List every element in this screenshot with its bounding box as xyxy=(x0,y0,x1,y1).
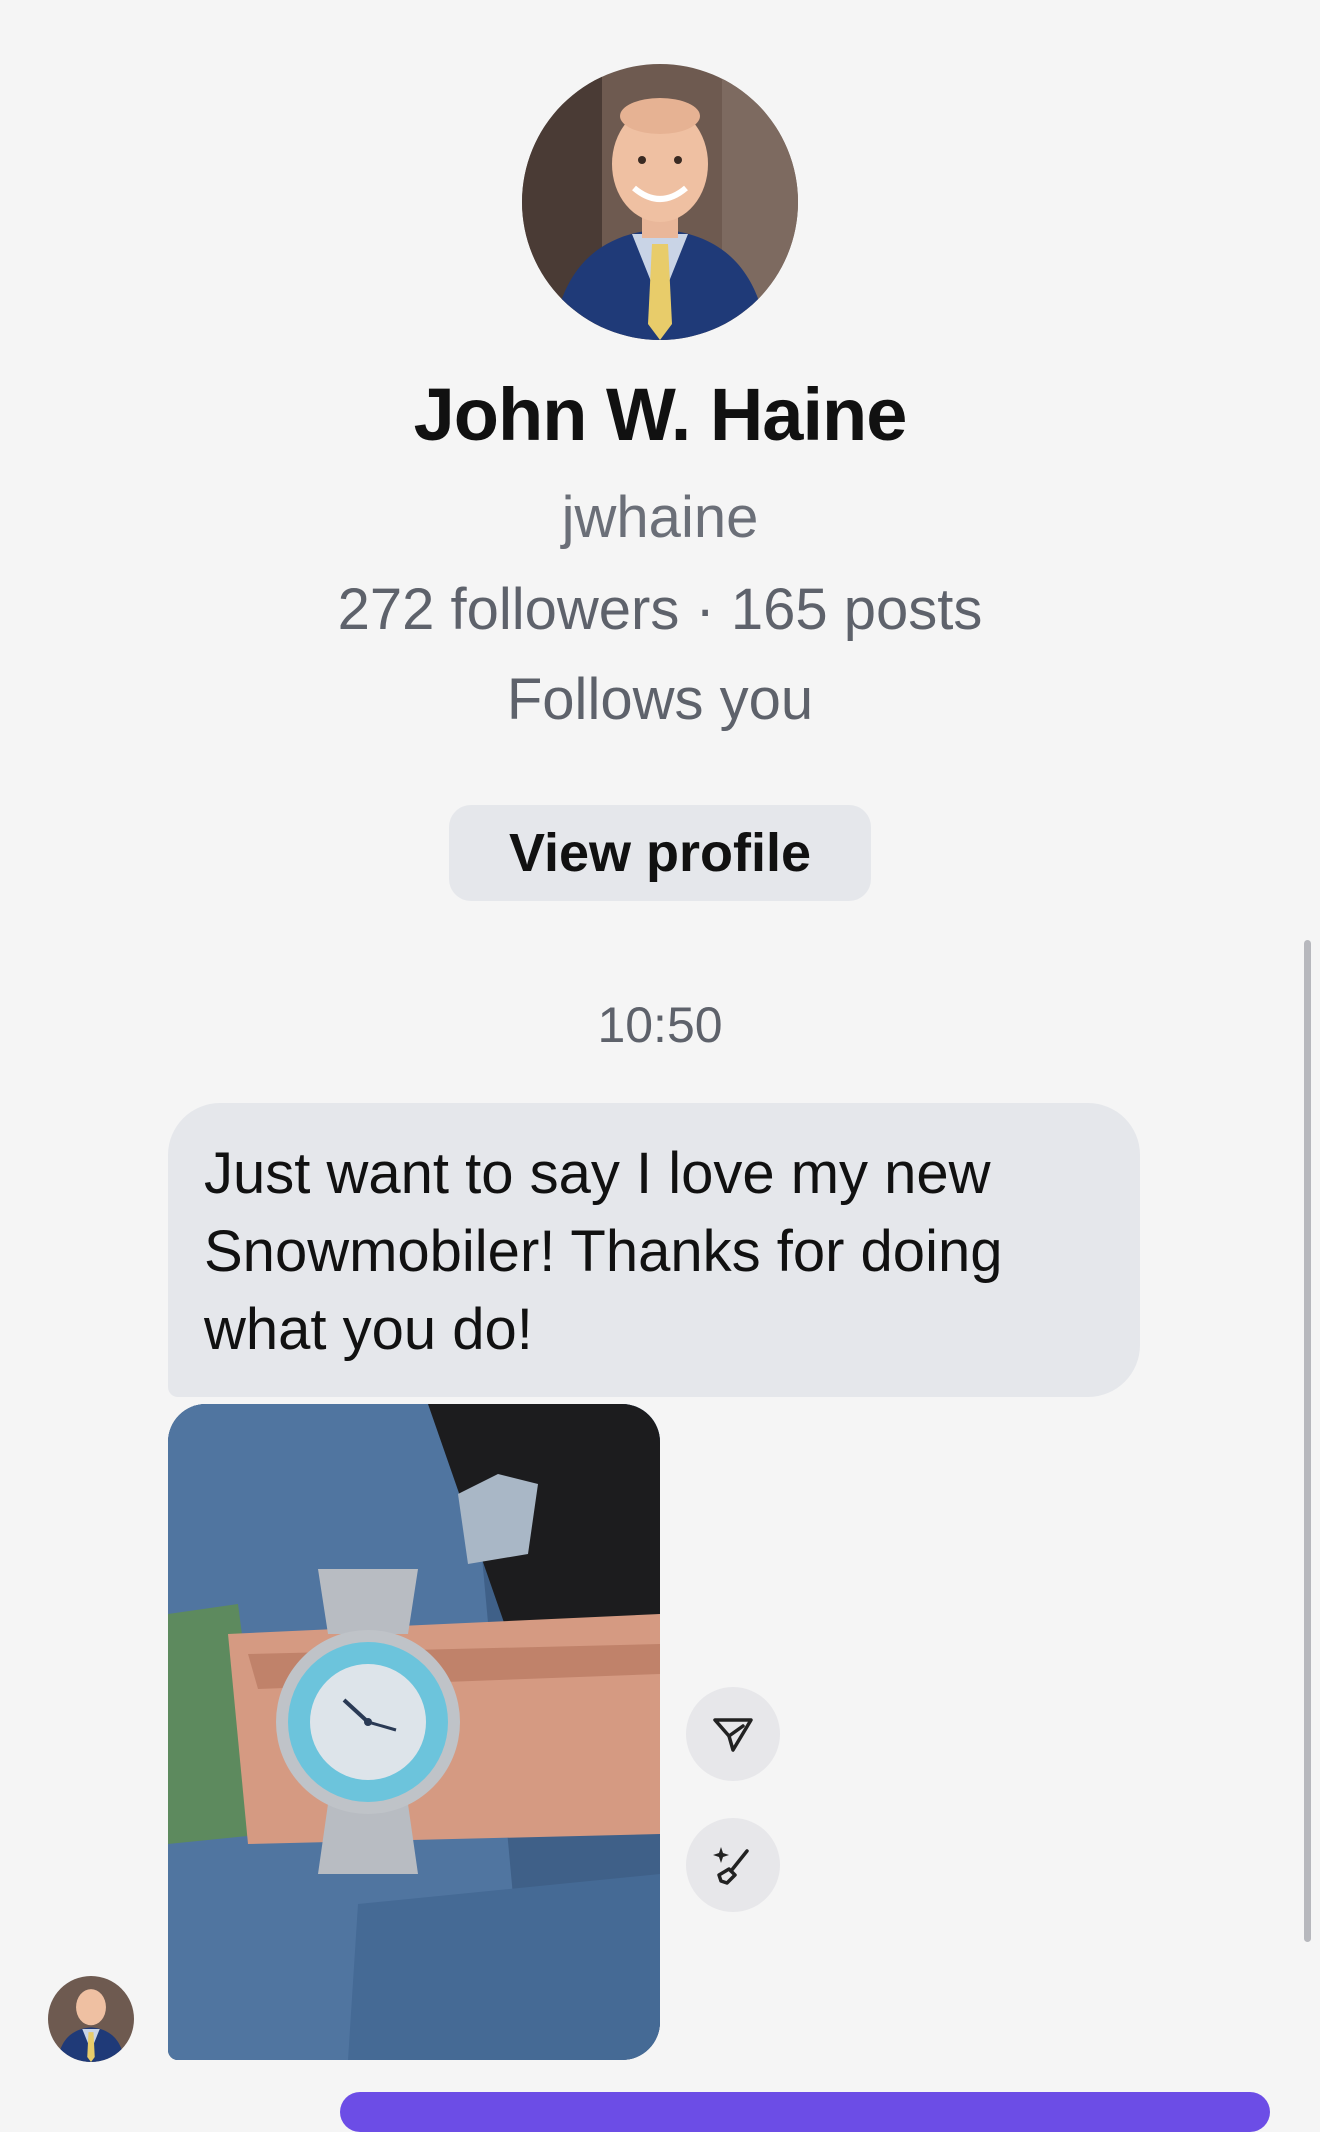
follows-you-label: Follows you xyxy=(506,667,814,732)
profile-avatar[interactable] xyxy=(522,64,798,340)
message-text: Just want to say I love my new Snowmobil… xyxy=(204,1141,1003,1362)
profile-handle: jwhaine xyxy=(561,485,759,550)
magic-brush-icon xyxy=(713,1847,749,1885)
sender-photo xyxy=(48,1976,134,2062)
send-icon xyxy=(713,1718,753,1752)
message-bubble[interactable]: Just want to say I love my new Snowmobil… xyxy=(168,1103,1140,1397)
view-profile-button[interactable]: View profile xyxy=(449,805,871,901)
share-image-button[interactable] xyxy=(686,1687,780,1781)
edit-image-button[interactable] xyxy=(686,1818,780,1912)
sender-avatar[interactable] xyxy=(48,1976,134,2062)
compose-bar[interactable] xyxy=(340,2092,1270,2132)
message-image-attachment[interactable] xyxy=(168,1404,660,2060)
profile-photo xyxy=(522,64,798,340)
profile-stats: 272 followers · 165 posts xyxy=(337,577,983,642)
watch-photo xyxy=(168,1404,660,2060)
profile-name: John W. Haine xyxy=(413,373,908,456)
scrollbar[interactable] xyxy=(1304,940,1311,1942)
message-timestamp: 10:50 xyxy=(597,997,723,1053)
